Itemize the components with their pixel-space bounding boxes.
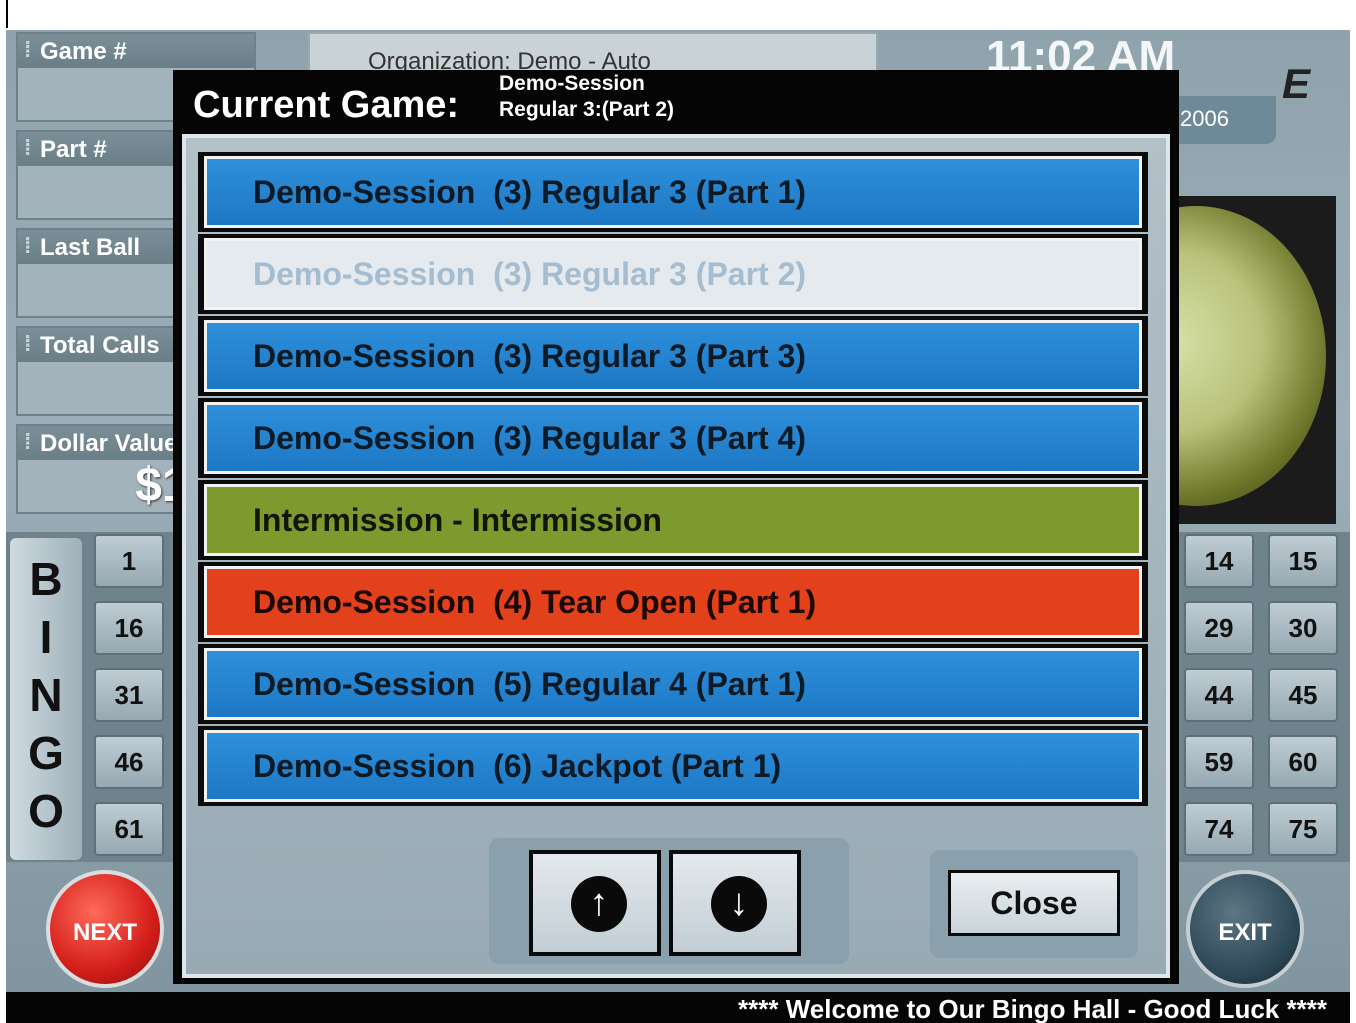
ball-cell[interactable]: 1 — [94, 534, 164, 588]
ball-cell[interactable]: 46 — [94, 735, 164, 789]
game-row[interactable]: Demo-Session (3) Regular 3 (Part 1) — [198, 152, 1148, 232]
game-row-label: Demo-Session (3) Regular 3 (Part 1) — [204, 156, 1142, 228]
ball-cell[interactable]: 29 — [1184, 601, 1254, 655]
exit-button[interactable]: EXIT — [1186, 870, 1304, 988]
game-row[interactable]: Demo-Session (3) Regular 3 (Part 4) — [198, 398, 1148, 478]
bingo-letter-o: O — [28, 785, 64, 837]
dialog-title: Current Game: — [193, 84, 460, 126]
ball-cell[interactable]: 75 — [1268, 802, 1338, 856]
ball-cell[interactable]: 44 — [1184, 668, 1254, 722]
ball-image — [1176, 206, 1326, 506]
ball-cell[interactable]: 45 — [1268, 668, 1338, 722]
arrow-down-icon: ↓ — [711, 876, 767, 932]
bingo-letters-column: B I N G O — [10, 538, 82, 860]
game-row-label: Demo-Session (3) Regular 3 (Part 4) — [204, 402, 1142, 474]
ball-cell[interactable]: 74 — [1184, 802, 1254, 856]
ball-video-pane — [1176, 196, 1336, 524]
ball-cell[interactable]: 15 — [1268, 534, 1338, 588]
game-row-label: Demo-Session (3) Regular 3 (Part 3) — [204, 320, 1142, 392]
current-game-dialog: Current Game: Demo-Session Regular 3:(Pa… — [173, 70, 1179, 984]
current-session-name: Demo-Session — [499, 72, 645, 95]
game-row-label: Demo-Session (5) Regular 4 (Part 1) — [204, 648, 1142, 720]
game-row-selected[interactable]: Demo-Session (3) Regular 3 (Part 2) — [198, 234, 1148, 314]
bingo-letter-b: B — [29, 553, 63, 605]
current-game-name: Regular 3:(Part 2) — [499, 98, 675, 121]
game-row[interactable]: Demo-Session (5) Regular 4 (Part 1) — [198, 644, 1148, 724]
game-row[interactable]: Demo-Session (6) Jackpot (Part 1) — [198, 726, 1148, 806]
game-row-label: Demo-Session (4) Tear Open (Part 1) — [204, 566, 1142, 638]
ball-cell[interactable]: 61 — [94, 802, 164, 856]
organization-field: Organization: Demo - Auto — [308, 32, 878, 74]
bingo-letter-n: N — [29, 669, 63, 721]
arrow-up-icon: ↑ — [571, 876, 627, 932]
scroll-controls: ↑ ↓ — [489, 838, 849, 964]
ball-cell[interactable]: 30 — [1268, 601, 1338, 655]
ball-cell[interactable]: 16 — [94, 601, 164, 655]
bingo-letter-g: G — [28, 727, 64, 779]
close-button[interactable]: Close — [948, 870, 1120, 936]
game-row-label: Demo-Session (6) Jackpot (Part 1) — [204, 730, 1142, 802]
game-row-label: Demo-Session (3) Regular 3 (Part 2) — [204, 238, 1142, 310]
scroll-up-button[interactable]: ↑ — [529, 850, 661, 956]
logo: E — [1282, 60, 1311, 107]
ball-cell[interactable]: 59 — [1184, 735, 1254, 789]
text-cursor — [6, 0, 8, 28]
game-row[interactable]: Demo-Session (4) Tear Open (Part 1) — [198, 562, 1148, 642]
next-button[interactable]: NEXT — [46, 870, 164, 988]
date-display: 2006 — [1172, 96, 1276, 144]
ball-cell[interactable]: 60 — [1268, 735, 1338, 789]
game-row-label: Intermission - Intermission — [204, 484, 1142, 556]
game-row-intermission[interactable]: Intermission - Intermission — [198, 480, 1148, 560]
marquee-text: **** Welcome to Our Bingo Hall - Good Lu… — [738, 994, 1327, 1023]
close-controls: Close — [930, 850, 1138, 958]
ball-cell[interactable]: 31 — [94, 668, 164, 722]
ball-cell[interactable]: 14 — [1184, 534, 1254, 588]
screen: Game # 3 Part # 2/4 Last Ball Total Call… — [0, 0, 1356, 1023]
game-number-label: Game # — [18, 34, 254, 68]
scroll-down-button[interactable]: ↓ — [669, 850, 801, 956]
bingo-letter-i: I — [39, 611, 53, 663]
dialog-panel: Demo-Session (3) Regular 3 (Part 1) Demo… — [182, 134, 1170, 978]
marquee-banner: **** Welcome to Our Bingo Hall - Good Lu… — [6, 992, 1350, 1023]
game-row[interactable]: Demo-Session (3) Regular 3 (Part 3) — [198, 316, 1148, 396]
